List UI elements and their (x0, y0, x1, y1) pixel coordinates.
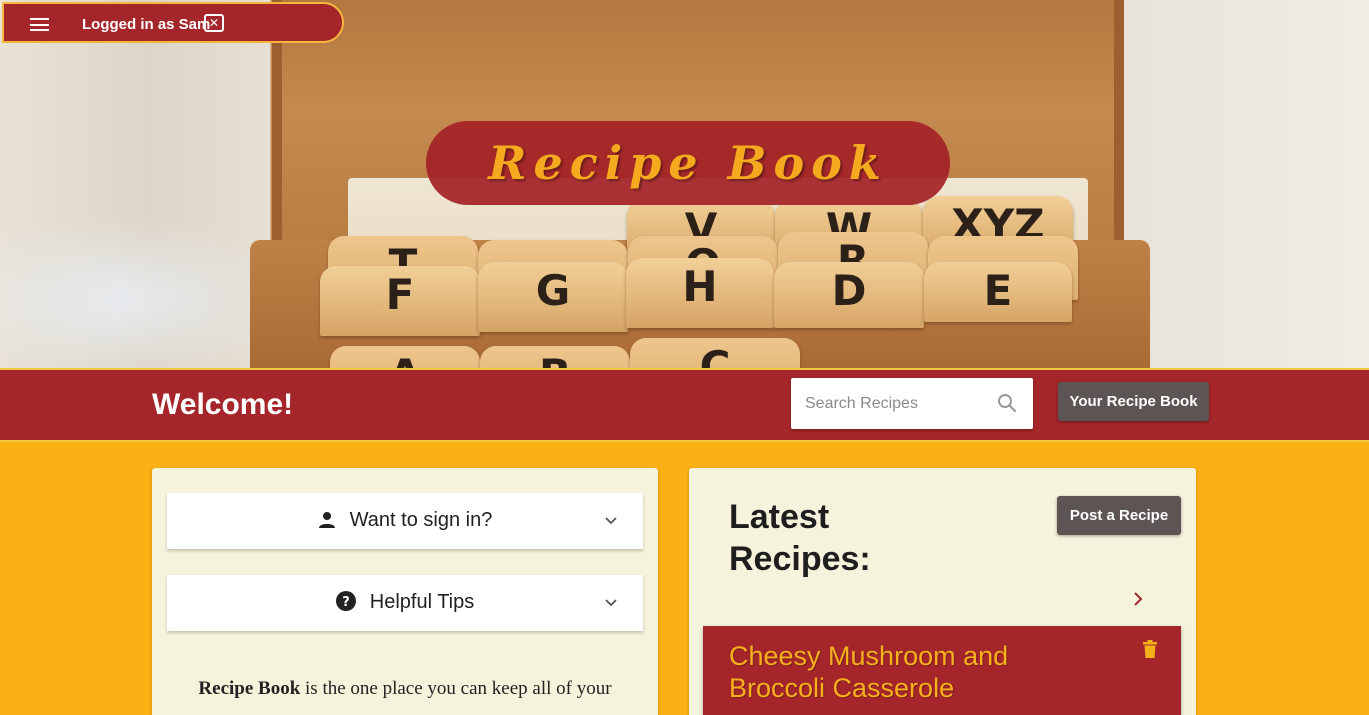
help-circle-icon: ? (335, 591, 356, 611)
user-status-bar: Logged in as Sam ✕ (2, 2, 344, 43)
person-icon (318, 512, 335, 528)
recipe-card[interactable]: Cheesy Mushroom and Broccoli Casserole (703, 626, 1181, 715)
sign-in-label: Want to sign in? (349, 509, 493, 531)
chevron-down-icon (605, 599, 617, 607)
post-recipe-button[interactable]: Post a Recipe (1057, 496, 1181, 535)
your-recipe-book-button[interactable]: Your Recipe Book (1058, 382, 1209, 421)
info-panel: Want to sign in? ? Helpful Tips Recipe B… (152, 468, 658, 715)
logged-in-label: Logged in as Sam (82, 16, 211, 33)
welcome-heading: Welcome! (152, 388, 294, 421)
latest-recipes-panel: Latest Recipes: Post a Recipe Cheesy Mus… (689, 468, 1196, 715)
logout-close-icon[interactable]: ✕ (204, 14, 224, 32)
intro-app-name: Recipe Book (198, 678, 301, 699)
index-tab: A (330, 346, 480, 368)
search-input[interactable] (791, 378, 991, 429)
chevron-right-icon[interactable] (1132, 592, 1144, 606)
index-tab: F (320, 266, 480, 336)
intro-text: Recipe Book is the one place you can kee… (152, 678, 658, 700)
app-title-banner: Recipe Book (426, 121, 950, 205)
index-tab: G (478, 262, 628, 332)
chevron-down-icon (605, 517, 617, 525)
index-tab: H (626, 258, 774, 328)
hero-banner: V W XYZ T O R F G H D E A B C Recipe Boo… (0, 0, 1369, 368)
svg-text:?: ? (342, 595, 350, 610)
welcome-bar: Welcome! Your Recipe Book (0, 368, 1369, 442)
recipe-title: Cheesy Mushroom and Broccoli Casserole (729, 641, 1009, 703)
helpful-tips-label: Helpful Tips (369, 591, 475, 613)
index-tab: D (774, 262, 924, 328)
helpful-tips-accordion[interactable]: ? Helpful Tips (167, 575, 643, 631)
app-title: Recipe Book (488, 136, 888, 190)
index-tab: E (924, 262, 1072, 322)
latest-recipes-heading: Latest Recipes: (729, 498, 871, 578)
intro-body: is the one place you can keep all of you… (300, 678, 612, 699)
search-box (791, 378, 1033, 429)
trash-icon[interactable] (1143, 640, 1157, 658)
index-tab: B (480, 346, 630, 368)
index-tab: C (630, 338, 800, 368)
search-icon[interactable] (997, 393, 1017, 413)
hamburger-menu-icon[interactable] (30, 18, 49, 31)
sign-in-accordion[interactable]: Want to sign in? (167, 493, 643, 549)
